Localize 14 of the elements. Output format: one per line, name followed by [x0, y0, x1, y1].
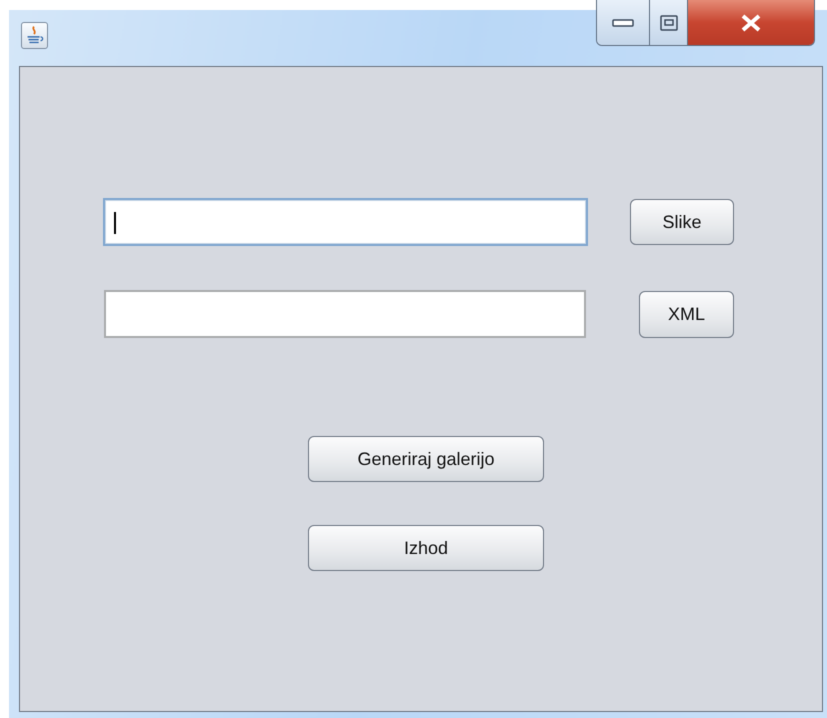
browse-button[interactable]: Slike: [630, 199, 734, 245]
action-button[interactable]: Izhod: [308, 525, 544, 571]
input-field[interactable]: [104, 290, 586, 338]
maximize-icon: [660, 14, 678, 30]
close-button[interactable]: [688, 0, 814, 45]
text-cursor: [114, 212, 116, 234]
minimize-button[interactable]: [597, 0, 650, 45]
maximize-button[interactable]: [650, 0, 688, 45]
close-icon: [739, 14, 763, 32]
action-button[interactable]: Generiraj galerijo: [308, 436, 544, 482]
input-field[interactable]: [103, 198, 588, 246]
browse-button[interactable]: XML: [639, 290, 734, 338]
java-cup-icon: [21, 22, 48, 49]
minimize-icon: [612, 18, 634, 28]
